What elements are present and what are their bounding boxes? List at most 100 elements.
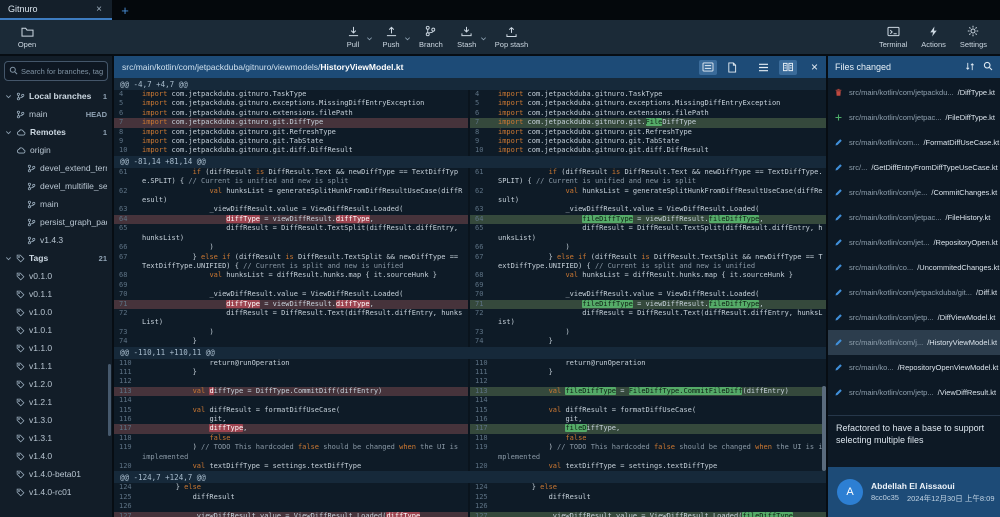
line-number: 72 [470, 309, 498, 328]
branch-icon [27, 164, 36, 173]
sidebar-item-v1-1-1[interactable]: v1.1.1 [0, 357, 112, 375]
chevron-down-icon[interactable] [5, 129, 12, 136]
push-button[interactable]: Push [374, 24, 408, 51]
pull-dropdown-chevron-icon[interactable] [366, 33, 373, 42]
line-number: 67 [114, 253, 142, 272]
stash-dropdown-chevron-icon[interactable] [480, 33, 487, 42]
sidebar-scrollbar[interactable] [108, 364, 111, 436]
code-line: _viewDiffResult.value = ViewDiffResult.L… [142, 512, 468, 517]
file-changed-item-formatdiffusecase-kt[interactable]: src/main/kotlin/com.../FormatDiffUseCase… [828, 130, 1000, 155]
actions-button[interactable]: Actions [914, 24, 953, 51]
sidebar-item-label: origin [30, 145, 51, 155]
diff-row: 74 }74 } [114, 337, 826, 346]
sidebar-item-v0-1-1[interactable]: v0.1.1 [0, 285, 112, 303]
branch-search-box[interactable] [4, 61, 108, 81]
file-changed-item-difftype-kt[interactable]: src/main/kotlin/com/jetpackdu.../DiffTyp… [828, 80, 1000, 105]
file-changed-item-commitchanges-kt[interactable]: src/main/kotlin/com/je.../CommitChanges.… [828, 180, 1000, 205]
sidebar-item-origin[interactable]: origin [0, 141, 112, 159]
file-modified-icon [834, 188, 845, 197]
diff-left-cell: 62 val hunksList = generateSplitHunkFrom… [114, 187, 470, 206]
line-number: 6 [470, 109, 498, 118]
sort-files-icon[interactable] [965, 62, 975, 73]
line-number: 126 [470, 502, 498, 511]
sidebar-item-persist-graph-paddin[interactable]: persist_graph_paddin [0, 213, 112, 231]
file-changed-item-getdiffentryfromdifftypeusecase-kt[interactable]: src/.../GetDiffEntryFromDiffTypeUseCase.… [828, 155, 1000, 180]
diff-row: 68 val hunksList = diffResult.hunks.map … [114, 271, 826, 280]
line-number: 120 [114, 462, 142, 471]
terminal-button[interactable]: Terminal [872, 24, 914, 51]
pull-button[interactable]: Pull [336, 24, 370, 51]
file-changed-item-historyviewmodel-kt[interactable]: src/main/kotlin/com/j.../HistoryViewMode… [828, 330, 1000, 355]
sidebar-item-tags[interactable]: Tags21 [0, 249, 112, 267]
file-changed-item-filedifftype-kt[interactable]: src/main/kotlin/com/jetpac.../FileDiffTy… [828, 105, 1000, 130]
commit-author-card[interactable]: A Abdellah El Aissaoui 8cc0c35 2024年12月3… [828, 467, 1000, 517]
file-changed-item-viewdiffresult-kt[interactable]: src/main/kotlin/com/jetp.../ViewDiffResu… [828, 380, 1000, 405]
sidebar-item-v1-2-1[interactable]: v1.2.1 [0, 393, 112, 411]
sidebar-item-v1-0-0[interactable]: v1.0.0 [0, 303, 112, 321]
file-changed-item-diffviewmodel-kt[interactable]: src/main/kotlin/com/jetp.../DiffViewMode… [828, 305, 1000, 330]
branch-button[interactable]: Branch [412, 23, 450, 51]
files-search-icon[interactable] [983, 61, 993, 73]
file-changed-item-diff-kt[interactable]: src/main/kotlin/com/jetpackduba/git.../D… [828, 280, 1000, 305]
pop-stash-button[interactable]: Pop stash [488, 24, 535, 51]
sidebar-item-label: v1.3.0 [29, 415, 52, 425]
hunk-header: @@ -4,7 +4,7 @@ [114, 78, 826, 90]
new-tab-button[interactable]: + [112, 0, 138, 20]
file-modified-icon [834, 138, 845, 147]
code-line [498, 502, 826, 511]
sidebar-item-devel-extend-termina[interactable]: devel_extend_termina [0, 159, 112, 177]
sidebar-item-devel-multifile-select[interactable]: devel_multifile_select [0, 177, 112, 195]
branch-icon [27, 182, 36, 191]
settings-button[interactable]: Settings [953, 23, 994, 51]
open-button[interactable]: Open [10, 24, 44, 51]
split-view-icon[interactable] [779, 60, 797, 75]
file-changed-item-uncommitedchanges-kt[interactable]: src/main/kotlin/co.../UncommitedChanges.… [828, 255, 1000, 280]
branch-icon [27, 236, 36, 245]
push-dropdown-chevron-icon[interactable] [404, 33, 411, 42]
sidebar-item-v0-1-0[interactable]: v0.1.0 [0, 267, 112, 285]
file-changed-item-repositoryopen-kt[interactable]: src/main/kotlin/com/jet.../RepositoryOpe… [828, 230, 1000, 255]
tab-gitnuro[interactable]: Gitnuro × [0, 0, 112, 20]
file-changed-item-repositoryopenviewmodel-kt[interactable]: src/main/ko.../RepositoryOpenViewModel.k… [828, 355, 1000, 380]
tag-icon [16, 290, 25, 299]
stash-button[interactable]: Stash [450, 24, 484, 51]
line-number: 8 [114, 128, 142, 137]
diff-right-cell: 71 fileDiffType = viewDiffResult.fileDif… [470, 300, 826, 309]
unified-view-icon[interactable] [755, 60, 773, 75]
sidebar-item-v1-4-0-beta01[interactable]: v1.4.0-beta01 [0, 465, 112, 483]
diff-row: 10import com.jetpackduba.gitnuro.git.dif… [114, 146, 826, 155]
sidebar-item-v1-3-0[interactable]: v1.3.0 [0, 411, 112, 429]
sidebar-item-v1-4-0[interactable]: v1.4.0 [0, 447, 112, 465]
line-number: 10 [470, 146, 498, 155]
sidebar-item-v1-4-0-rc01[interactable]: v1.4.0-rc01 [0, 483, 112, 501]
unified-diff-icon[interactable] [699, 60, 717, 75]
diff-row: 6import com.jetpackduba.gitnuro.extensio… [114, 109, 826, 118]
tab-close-icon[interactable]: × [94, 4, 104, 15]
text-file-icon[interactable] [723, 60, 741, 75]
search-input[interactable] [21, 67, 103, 76]
sidebar-item-v1-2-0[interactable]: v1.2.0 [0, 375, 112, 393]
diff-left-cell: 115 val diffResult = formatDiffUseCase( [114, 406, 470, 415]
sidebar-item-main[interactable]: main [0, 195, 112, 213]
diff-right-cell: 70 _viewDiffResult.value = ViewDiffResul… [470, 290, 826, 299]
sidebar-item-remotes[interactable]: Remotes1 [0, 123, 112, 141]
line-number: 9 [114, 137, 142, 146]
code-line [498, 281, 826, 290]
code-line [142, 502, 468, 511]
chevron-down-icon[interactable] [5, 255, 12, 262]
sidebar-item-v1-0-1[interactable]: v1.0.1 [0, 321, 112, 339]
diff-scrollbar[interactable] [822, 386, 826, 471]
code-line: ) [498, 243, 826, 252]
file-modified-icon [834, 163, 845, 172]
close-diff-icon[interactable]: × [811, 60, 818, 74]
sidebar-item-local-branches[interactable]: Local branches1 [0, 87, 112, 105]
sidebar-item-main[interactable]: mainHEAD [0, 105, 112, 123]
sidebar-item-v1-3-1[interactable]: v1.3.1 [0, 429, 112, 447]
sidebar-item-v1-4-3[interactable]: v1.4.3 [0, 231, 112, 249]
tag-icon [16, 452, 25, 461]
file-changed-item-filehistory-kt[interactable]: src/main/kotlin/com/jetpac.../FileHistor… [828, 205, 1000, 230]
diff-left-cell: 111 } [114, 368, 470, 377]
chevron-down-icon[interactable] [5, 93, 12, 100]
sidebar-item-v1-1-0[interactable]: v1.1.0 [0, 339, 112, 357]
sidebar-item-label: v1.1.1 [29, 361, 52, 371]
